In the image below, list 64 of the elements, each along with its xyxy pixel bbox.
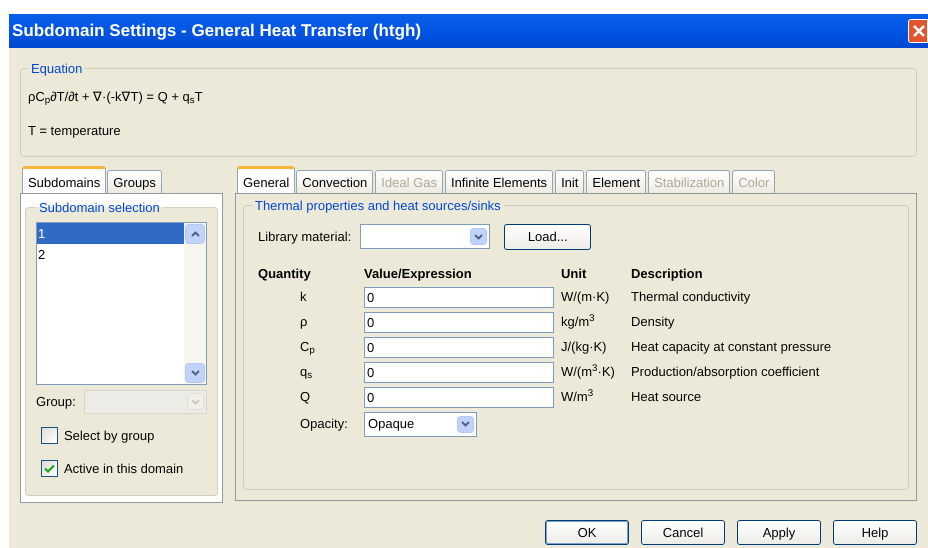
unit-label: J/(kg·K) — [561, 338, 608, 356]
checkbox[interactable] — [41, 426, 58, 444]
close-icon — [912, 24, 926, 38]
quantity-symbol: ρ — [299, 312, 308, 331]
description-label: Thermal conductivity — [631, 288, 752, 306]
tab[interactable]: Infinite Elements — [444, 170, 554, 193]
list-item[interactable]: 1 — [37, 222, 184, 244]
value-field[interactable]: 0 — [364, 287, 554, 308]
quantity-symbol: Q — [299, 388, 312, 406]
equation-formula: ρC$_{p}$∂T/∂t + ∇·(-k∇T) = Q + q$_{s}$T — [28, 88, 204, 108]
dialog-button[interactable]: OK — [545, 520, 629, 545]
unit-label: W/(m$^{3}$·K) — [561, 362, 616, 381]
dialog-button[interactable]: Cancel — [641, 520, 725, 545]
column-header: Description — [631, 264, 704, 283]
library-label: Library material: — [258, 228, 352, 246]
group-title: Equation — [30, 60, 84, 78]
tab[interactable]: Element — [586, 170, 646, 193]
dialog-button[interactable]: Apply — [737, 520, 821, 545]
value-field[interactable]: 0 — [364, 387, 554, 408]
load-button[interactable]: Load... — [504, 224, 592, 250]
description-label: Heat capacity at constant pressure — [631, 338, 832, 356]
column-header: Quantity — [258, 264, 312, 283]
group-title: Subdomain selection — [38, 199, 161, 217]
window-title: Subdomain Settings - General Heat Transfer (htgh) — [12, 20, 421, 42]
dialog-button[interactable]: Help — [833, 520, 917, 545]
tab[interactable]: Init — [555, 170, 584, 193]
tab[interactable]: Convection — [296, 170, 374, 193]
caret-icon — [187, 393, 204, 410]
scrollbar[interactable] — [184, 222, 206, 384]
checkbox-label: Active in this domain — [64, 460, 184, 478]
unit-label: W/(m·K) — [561, 288, 610, 306]
scroll-down-icon[interactable] — [185, 362, 205, 382]
value-field[interactable]: 0 — [364, 337, 554, 358]
quantity-symbol: k — [299, 288, 308, 306]
list-item[interactable]: 2 — [37, 244, 184, 264]
close-button[interactable] — [908, 19, 928, 43]
unit-label: W/m$^{3}$ — [561, 386, 594, 406]
equation-definition: T = temperature — [28, 122, 122, 140]
description-label: Density — [631, 312, 676, 331]
value-field[interactable]: 0 — [364, 362, 554, 383]
caret-icon — [457, 416, 474, 432]
opacity-value: Opaque — [368, 415, 414, 434]
description-label: Heat source — [631, 388, 702, 406]
column-header: Unit — [561, 264, 588, 282]
value-field[interactable]: 0 — [364, 312, 554, 333]
quantity-symbol: C$_{p}$ — [299, 338, 316, 358]
checkbox-label: Select by group — [64, 426, 154, 445]
tab[interactable]: Groups — [107, 170, 162, 193]
unit-label: kg/m$^{3}$ — [561, 312, 596, 331]
caret-icon — [470, 228, 488, 245]
subdomain-list[interactable]: 1 2 — [36, 222, 207, 384]
check-icon — [44, 464, 55, 474]
tab[interactable]: General — [237, 166, 296, 193]
library-dropdown[interactable] — [360, 224, 490, 249]
group-label: Group: — [36, 392, 76, 411]
opacity-label: Opacity: — [299, 415, 349, 434]
group-title: Thermal properties and heat sources/sinks — [254, 197, 502, 215]
scroll-up-icon[interactable] — [185, 224, 205, 244]
opacity-dropdown[interactable]: Opaque — [364, 412, 477, 436]
tab[interactable]: Subdomains — [22, 166, 106, 193]
description-label: Production/absorption coefficient — [631, 362, 820, 381]
column-header: Value/Expression — [364, 264, 473, 283]
quantity-symbol: q$_{s}$ — [299, 362, 314, 383]
checkbox[interactable] — [41, 460, 58, 478]
